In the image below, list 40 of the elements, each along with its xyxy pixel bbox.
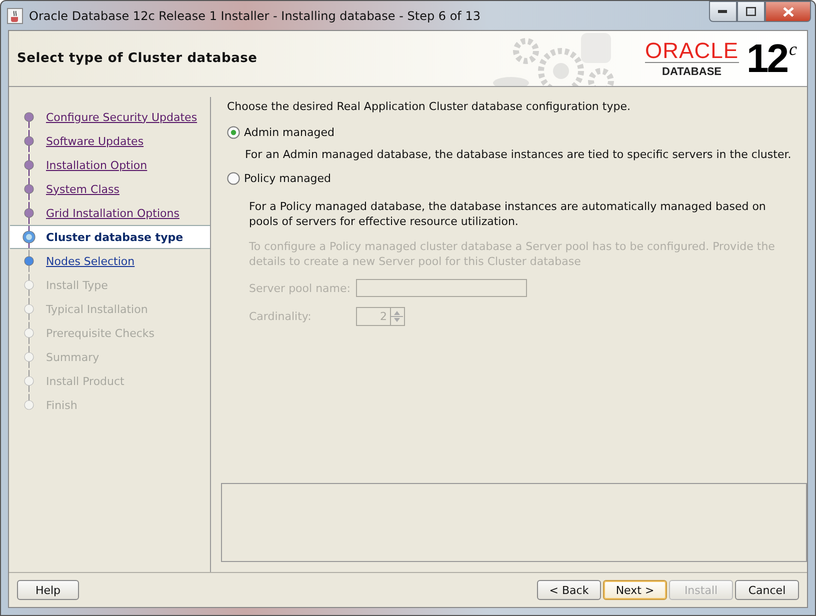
- product-name: DATABASE: [662, 66, 722, 78]
- window-title: Oracle Database 12c Release 1 Installer - Installing database - Step 6 of 13: [29, 8, 482, 22]
- brand-name: ORACLE: [645, 40, 738, 62]
- field-label: Cardinality:: [249, 310, 312, 323]
- option-description: For an Admin managed database, the database instances are tied to specific servers in the cluster.: [245, 148, 792, 161]
- minimize-button[interactable]: [709, 1, 737, 22]
- version-suffix: c: [789, 38, 797, 60]
- radio-button[interactable]: [227, 126, 240, 139]
- minimize-icon: [718, 10, 728, 14]
- close-button[interactable]: [765, 1, 811, 22]
- page-title: Select type of Cluster database: [17, 51, 258, 66]
- step-link[interactable]: Nodes Selection: [46, 254, 135, 268]
- step-link: Install Product: [46, 374, 124, 388]
- step-link: Prerequisite Checks: [46, 326, 154, 340]
- step-link: Install Type: [46, 278, 108, 292]
- intro-text: Choose the desired Real Application Cluster database configuration type.: [227, 99, 632, 114]
- step-link[interactable]: Grid Installation Options: [46, 206, 180, 220]
- maximize-icon: [746, 7, 756, 16]
- pool-note: To configure a Policy managed cluster database a Server pool has to be configured. Provide the details to create a new Server pool for this Cluster database: [249, 240, 775, 268]
- version-number: 12: [746, 38, 787, 78]
- radio-button[interactable]: [227, 172, 240, 185]
- maximize-button[interactable]: [737, 1, 765, 22]
- java-cup-icon: [7, 8, 23, 24]
- step-link: Finish: [46, 398, 78, 412]
- step-link[interactable]: Software Updates: [46, 134, 144, 148]
- radio-label[interactable]: Admin managed: [244, 126, 334, 139]
- step-link: Typical Installation: [46, 302, 148, 316]
- close-icon: [782, 6, 794, 16]
- dialog-button[interactable]: < Back: [537, 580, 601, 600]
- option-description: For a Policy managed database, the database instances are automatically managed based on pools of servers for effective resource utilization.: [249, 200, 766, 228]
- dialog-button[interactable]: Cancel: [735, 580, 799, 600]
- field-label: Server pool name:: [249, 282, 352, 294]
- step-link: Summary: [46, 350, 100, 364]
- dialog-button[interactable]: Help: [17, 580, 79, 600]
- step-link[interactable]: Configure Security Updates: [46, 110, 198, 124]
- step-link[interactable]: System Class: [46, 182, 120, 196]
- step-link[interactable]: Installation Option: [46, 158, 148, 172]
- step-marker-icon: [20, 226, 38, 248]
- dialog-button[interactable]: Next >: [603, 580, 667, 600]
- radio-label[interactable]: Policy managed: [244, 172, 332, 185]
